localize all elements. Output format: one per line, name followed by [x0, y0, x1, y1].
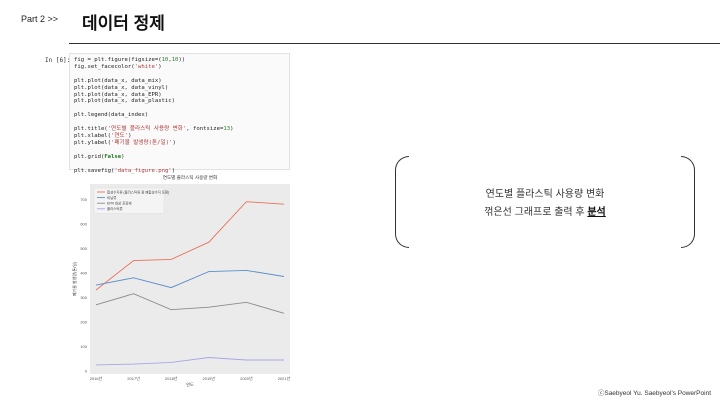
chart-title: 연도별 플라스틱 사용량 변화	[163, 174, 218, 181]
callout-line-1: 연도별 플라스틱 사용량 변화	[485, 189, 605, 200]
cell-prompt: In [6]:	[45, 57, 71, 64]
x-tick-label: 2021년	[278, 375, 291, 381]
y-tick-label: 100	[80, 344, 87, 349]
y-tick-label: 700	[80, 197, 87, 202]
x-tick-label: 2017년	[127, 375, 140, 381]
page-title: 데이터 정제	[82, 14, 165, 33]
x-tick-label: 2020년	[240, 375, 253, 381]
legend-entry: EPR 대상 포장재	[107, 201, 131, 206]
y-axis-label: 폐기물 발생량(톤/일)	[71, 261, 77, 296]
y-tick-label: 0	[85, 369, 88, 374]
callout-text: 연도별 플라스틱 사용량 변화 꺾은선 그래프로 출력 후 분석	[395, 186, 695, 222]
legend-entry: 비닐류	[107, 195, 116, 200]
x-tick-label: 2016년	[90, 375, 103, 381]
y-tick-label: 200	[80, 319, 87, 324]
callout-line-2: 꺾은선 그래프로 출력 후 분석	[395, 204, 695, 222]
title-divider	[69, 43, 720, 44]
callout-box: 연도별 플라스틱 사용량 변화 꺾은선 그래프로 출력 후 분석	[395, 156, 695, 248]
y-tick-label: 300	[80, 295, 87, 300]
legend-entry: 플라스틱류	[107, 206, 123, 211]
callout-line-2-text: 꺾은선 그래프로 출력 후	[484, 207, 588, 218]
part-label: Part 2 >>	[21, 14, 59, 24]
callout-emphasis: 분석	[587, 207, 606, 218]
x-tick-label: 2019년	[203, 375, 216, 381]
y-tick-label: 600	[80, 221, 87, 226]
code-cell[interactable]: fig = plt.figure(figsize=(10,10)) fig.se…	[69, 53, 290, 174]
x-tick-label: 2018년	[165, 375, 178, 381]
copyright-footer: ⓒSaebyeol Yu. Saebyeol's PowerPoint	[597, 390, 711, 397]
y-tick-label: 400	[80, 270, 87, 275]
x-axis-label: 연도	[186, 381, 194, 387]
legend-entry: 합성수지류 (플라스틱류 중 폐합성수지 포함)	[107, 189, 169, 194]
y-tick-label: 500	[80, 246, 87, 251]
line-chart: 연도별 플라스틱 사용량 변화 0 100 200 300 400 500 600 700 201…	[71, 174, 291, 387]
code-text: fig = plt.figure(figsize=(10,10)) fig.se…	[74, 57, 234, 174]
